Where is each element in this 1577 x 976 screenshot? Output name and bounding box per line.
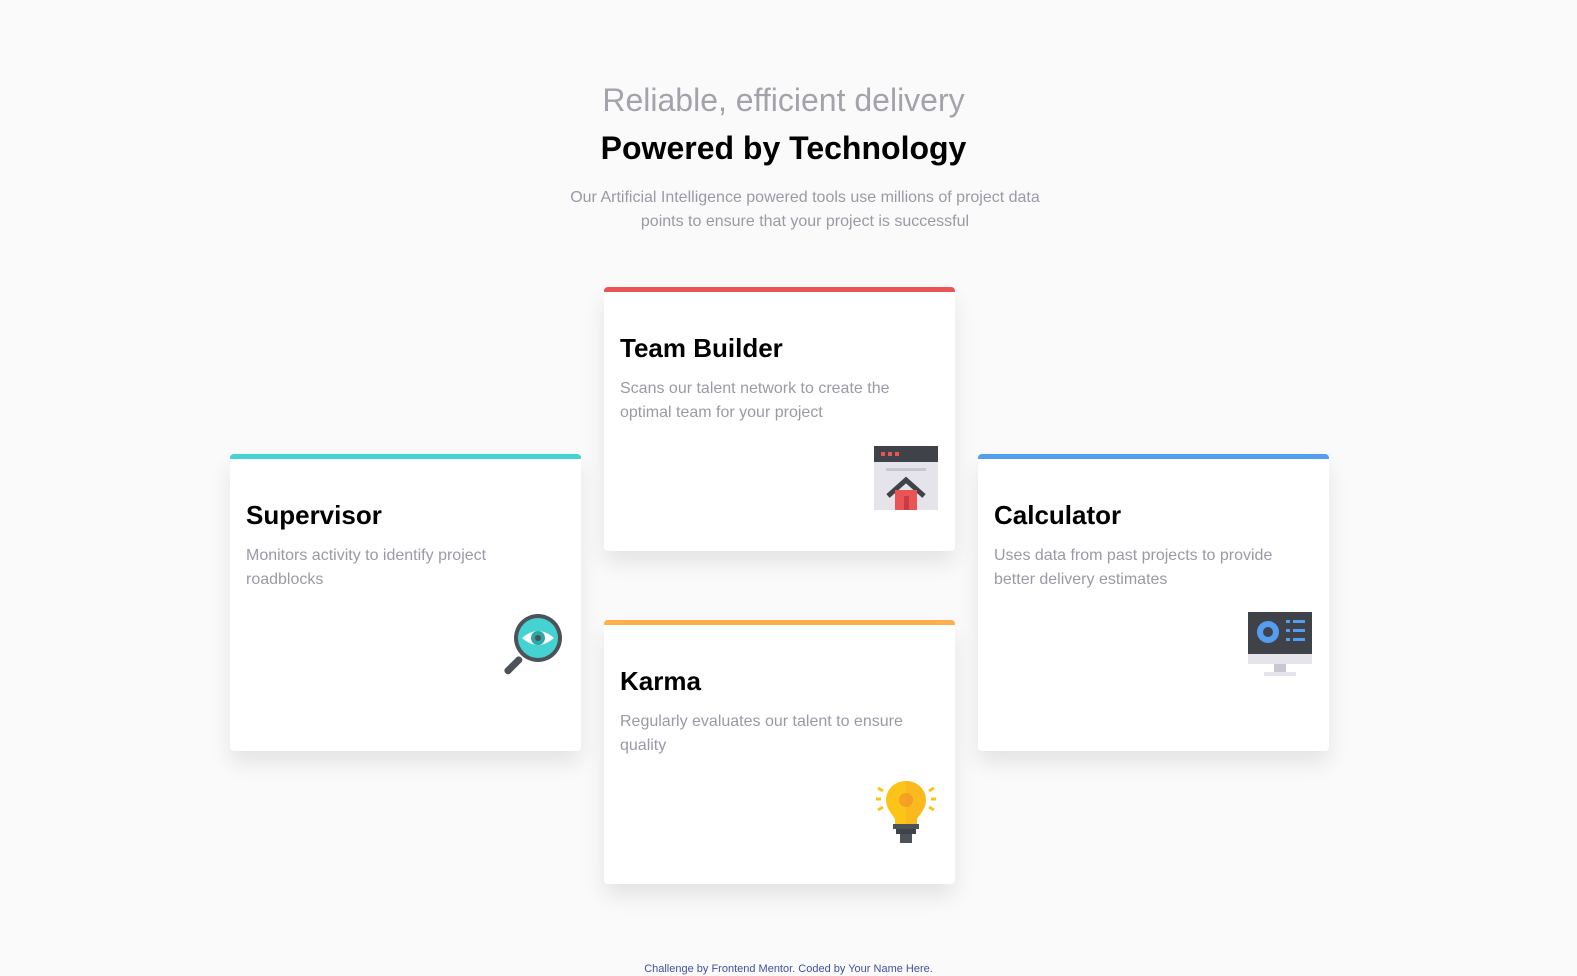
card-description: Scans our talent network to create the o… (620, 380, 890, 421)
card-team-builder: Team Builder Scans our talent network to… (604, 287, 955, 551)
card-description: Regularly evaluates our talent to ensure… (620, 713, 903, 754)
card-description: Uses data from past projects to provide … (994, 547, 1273, 588)
card-title: Supervisor (246, 500, 382, 530)
section-subtitle: Reliable, efficient delivery (602, 82, 965, 118)
section-title: Powered by Technology (600, 130, 967, 166)
magnifier-eye-icon (504, 614, 562, 675)
card-description: Monitors activity to identify project ro… (246, 547, 487, 588)
page: Reliable, efficient delivery Powered by … (0, 0, 1577, 976)
card-title: Team Builder (620, 333, 783, 363)
card-calculator: Calculator Uses data from past projects … (978, 454, 1329, 751)
monitor-chart-icon (1248, 612, 1312, 676)
section-intro: Our Artificial Intelligence powered tool… (570, 189, 1040, 230)
header: Reliable, efficient delivery Powered by … (0, 80, 1577, 234)
card-supervisor: Supervisor Monitors activity to identify… (230, 454, 581, 751)
card-karma: Karma Regularly evaluates our talent to … (604, 620, 955, 884)
card-title: Calculator (994, 500, 1122, 530)
browser-home-icon (874, 446, 938, 510)
lightbulb-icon (876, 781, 936, 843)
card-title: Karma (620, 666, 701, 696)
footer-attribution: Challenge by Frontend Mentor. Coded by Y… (644, 963, 933, 975)
